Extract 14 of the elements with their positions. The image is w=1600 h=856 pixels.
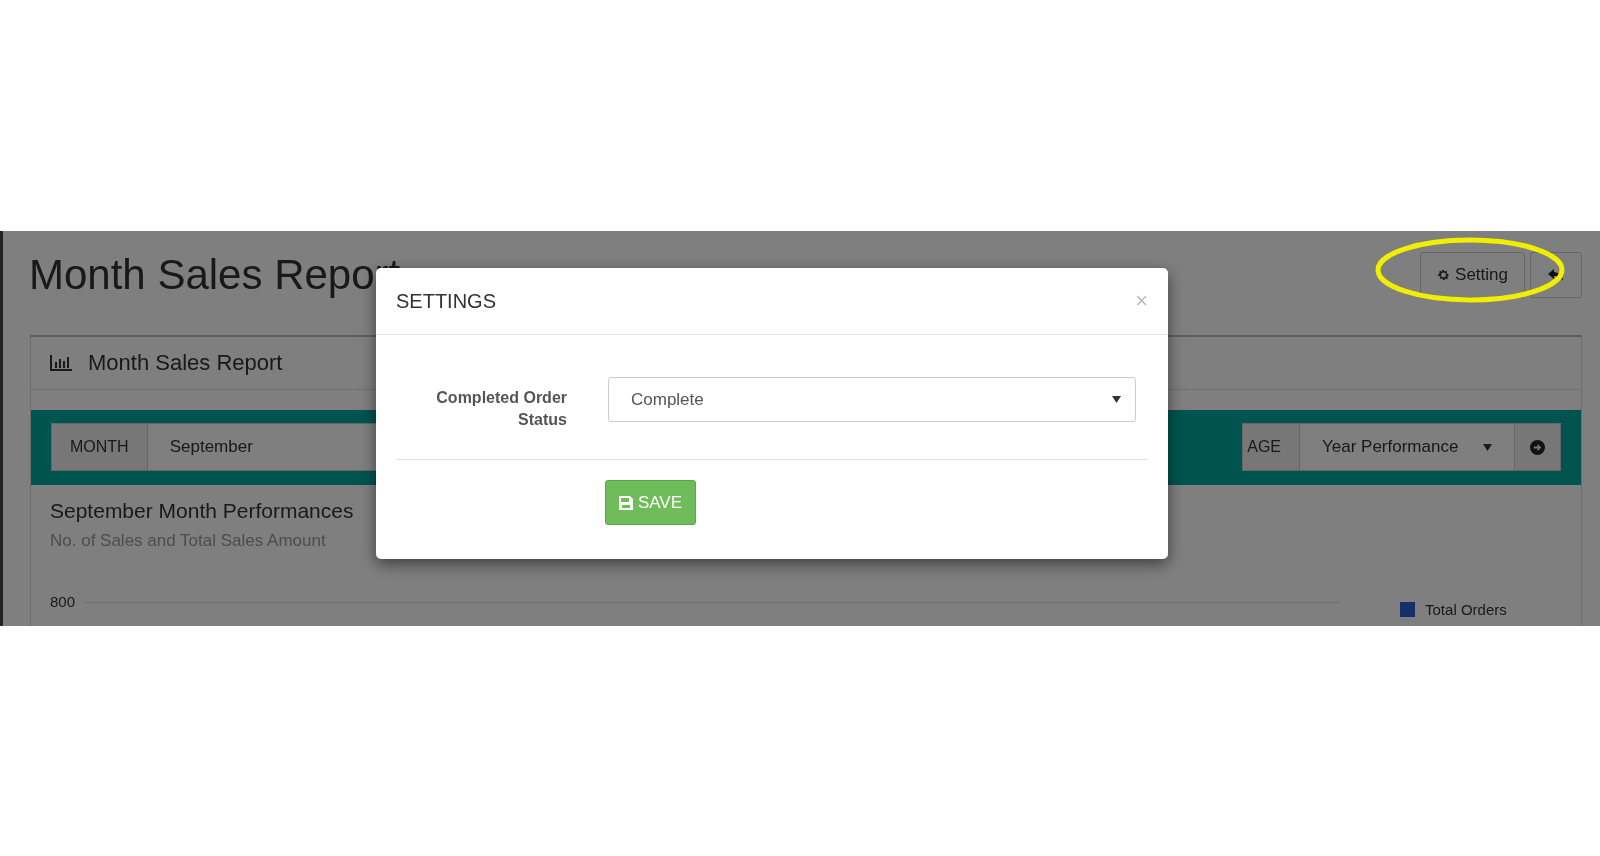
legend-label: Total Orders (1425, 601, 1507, 618)
chart-title: September Month Performances (50, 499, 354, 523)
settings-icon (1437, 268, 1451, 282)
bar-chart-icon (50, 355, 72, 371)
month-label: MONTH (52, 424, 148, 470)
field-label: Completed Order Status (435, 388, 567, 430)
caret-icon (1112, 396, 1121, 403)
axis-tick-label: 800 (50, 593, 76, 610)
setting-button[interactable]: Setting (1420, 252, 1525, 298)
panel-title: Month Sales Report (88, 350, 283, 376)
status-select[interactable]: Complete (608, 377, 1136, 422)
save-button[interactable]: SAVE (605, 480, 696, 525)
reply-arrow-icon (1548, 268, 1564, 282)
legend-swatch (1400, 602, 1416, 617)
